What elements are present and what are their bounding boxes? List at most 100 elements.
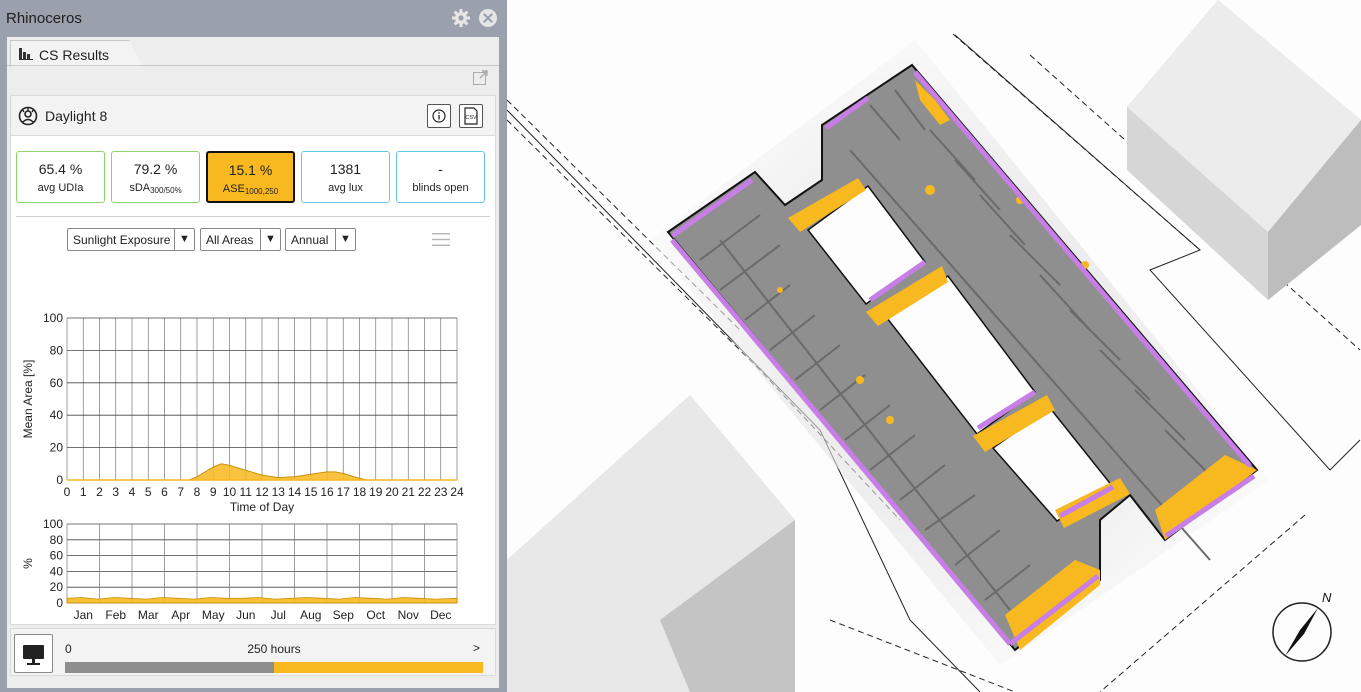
app-title: Rhinoceros [6, 10, 82, 27]
divider [16, 216, 490, 217]
x-tick-label: 19 [369, 485, 383, 499]
x-tick-label: 24 [450, 485, 464, 499]
x-tick-label: Jul [271, 608, 286, 622]
x-tick-label: 4 [129, 485, 136, 499]
dropdown-value: Annual [291, 233, 329, 247]
result-header: Daylight 8 CSV [11, 96, 495, 136]
y-tick-label: 100 [43, 311, 63, 325]
y-tick-label: 40 [50, 408, 64, 422]
x-tick-label: Mar [138, 608, 159, 622]
svg-text:N: N [1322, 590, 1332, 605]
north-arrow-icon: N [1272, 590, 1332, 662]
tab-divider [7, 65, 499, 66]
chevron-down-icon: ▼ [335, 229, 355, 250]
x-tick-label: 12 [255, 485, 269, 499]
x-tick-label: Apr [171, 608, 190, 622]
tab-strip: CS Results [7, 37, 499, 67]
hamburger-menu-icon[interactable] [432, 233, 450, 246]
x-tick-label: 7 [177, 485, 184, 499]
slider-value-label: 250 hours [247, 642, 301, 656]
y-tick-label: 20 [50, 441, 64, 455]
y-tick-label: 40 [50, 564, 64, 578]
x-tick-label: 13 [272, 485, 286, 499]
title-bar: Rhinoceros [0, 0, 507, 36]
context-building-right [1127, 0, 1361, 300]
metric-avg-lux[interactable]: 1381 avg lux [301, 151, 390, 203]
x-tick-label: 9 [210, 485, 217, 499]
y-axis-label: % [21, 558, 35, 569]
x-axis-label: Time of Day [230, 500, 294, 514]
y-tick-label: 60 [50, 549, 64, 563]
x-tick-label: 20 [385, 485, 399, 499]
metric-dropdown[interactable]: Sunlight Exposure ▼ [67, 228, 195, 251]
y-tick-label: 20 [50, 580, 64, 594]
x-tick-label: Jun [236, 608, 255, 622]
chevron-down-icon: ▼ [260, 229, 280, 250]
info-button[interactable] [427, 104, 451, 128]
metric-label: blinds open [412, 182, 469, 194]
close-icon[interactable] [479, 9, 497, 27]
csv-export-button[interactable]: CSV [459, 104, 483, 128]
metric-label: avg lux [328, 182, 363, 194]
x-tick-label: Sep [333, 608, 355, 622]
results-card: Daylight 8 CSV 65.4 % avg UDIa 79.2 % sD… [10, 95, 496, 625]
metric-ase[interactable]: 15.1 % ASE1000,250 [206, 151, 295, 203]
metric-label: sDA300/50% [129, 182, 182, 195]
x-tick-label: 23 [434, 485, 448, 499]
x-tick-label: 14 [288, 485, 302, 499]
x-tick-label: 22 [418, 485, 432, 499]
x-tick-label: 3 [112, 485, 119, 499]
area-dropdown[interactable]: All Areas ▼ [200, 228, 281, 251]
y-axis-label: Mean Area [%] [21, 360, 35, 439]
x-tick-label: 10 [223, 485, 237, 499]
metric-label: avg UDIa [37, 182, 84, 194]
x-tick-label: 2 [96, 485, 103, 499]
y-tick-label: 0 [56, 473, 63, 487]
x-tick-label: 21 [402, 485, 416, 499]
period-dropdown[interactable]: Annual ▼ [285, 228, 356, 251]
popout-icon[interactable] [473, 70, 488, 85]
x-tick-label: 6 [161, 485, 168, 499]
y-tick-label: 0 [56, 596, 63, 610]
y-tick-label: 80 [50, 343, 64, 357]
x-tick-label: Feb [105, 608, 126, 622]
metric-avg-udi[interactable]: 65.4 % avg UDIa [16, 151, 105, 203]
x-tick-label: 5 [145, 485, 152, 499]
y-tick-label: 60 [50, 376, 64, 390]
x-tick-label: Dec [430, 608, 451, 622]
csv-label: CSV [465, 115, 477, 121]
metric-value: 1381 [329, 161, 362, 177]
metric-sda[interactable]: 79.2 % sDA300/50% [111, 151, 200, 203]
rhino-viewport[interactable]: N [507, 0, 1361, 692]
context-building-left [507, 395, 795, 692]
metric-value: 79.2 % [133, 161, 178, 177]
tab-cs-results[interactable]: CS Results [10, 40, 143, 67]
dropdown-value: All Areas [206, 233, 254, 247]
dropdown-value: Sunlight Exposure [73, 233, 171, 247]
x-tick-label: Nov [398, 608, 419, 622]
metric-value: 15.1 % [228, 162, 273, 178]
y-tick-label: 100 [43, 517, 63, 531]
x-tick-label: 11 [240, 485, 253, 499]
x-tick-label: Aug [300, 608, 321, 622]
bar-chart-icon [19, 48, 33, 60]
daylight-icon [18, 106, 38, 126]
x-tick-label: 8 [194, 485, 201, 499]
metric-label: ASE1000,250 [222, 183, 279, 196]
metric-value: 65.4 % [38, 161, 83, 177]
chevron-down-icon: ▼ [174, 229, 194, 250]
x-tick-label: Oct [366, 608, 385, 622]
csv-file-icon: CSV [464, 107, 478, 125]
y-tick-label: 80 [50, 533, 64, 547]
gear-icon[interactable] [451, 8, 471, 28]
series-area-overlit-daily [66, 597, 458, 604]
metric-value: - [438, 161, 443, 177]
building-model: N [507, 0, 1361, 692]
slider-next-button[interactable]: > [473, 641, 480, 655]
hour-slider-bar: 0 250 hours > [10, 628, 496, 676]
slider-fill [65, 662, 274, 673]
info-icon [432, 109, 446, 123]
charts: 0 1 2 3 4 5 6 7 8 9 10 11 12 13 14 15 16 17 18 19 20 21 22 23 24… [21, 311, 464, 624]
metric-blinds-open[interactable]: - blinds open [396, 151, 485, 203]
hour-slider[interactable] [65, 662, 483, 673]
